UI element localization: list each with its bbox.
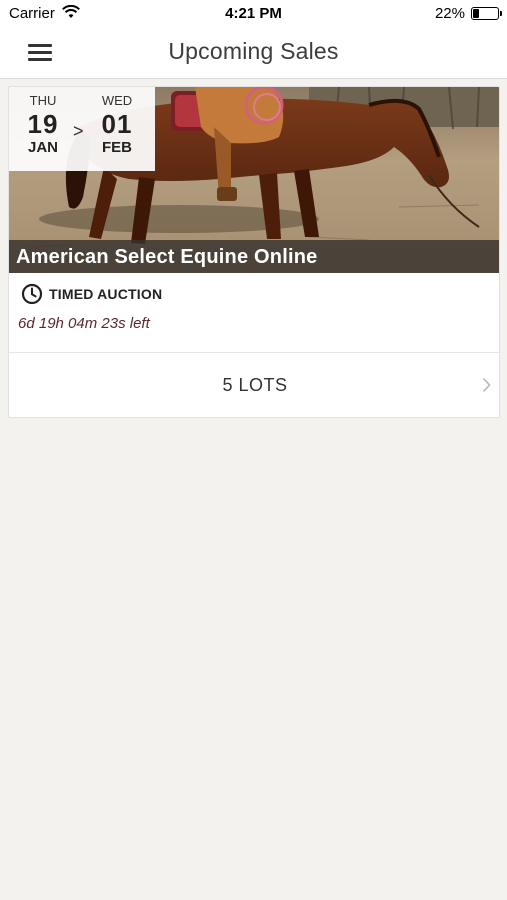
sale-image[interactable]: THU 19 JAN > WED 01 FEB American Select … bbox=[9, 87, 499, 273]
battery-percent: 22% bbox=[434, 5, 465, 22]
navigation-bar: Upcoming Sales bbox=[0, 28, 507, 79]
battery-icon bbox=[471, 7, 502, 20]
battery-level-fill bbox=[473, 9, 479, 18]
start-day: 19 bbox=[27, 109, 59, 139]
end-date: WED 01 FEB bbox=[87, 93, 147, 157]
lots-button[interactable]: 5 LOTS bbox=[9, 353, 499, 417]
page-title: Upcoming Sales bbox=[168, 38, 339, 64]
end-day-of-week: WED bbox=[101, 93, 133, 108]
sale-title-band: American Select Equine Online bbox=[9, 240, 499, 273]
start-date: THU 19 JAN bbox=[13, 93, 73, 157]
clock-time: 4:21 PM bbox=[225, 5, 282, 22]
sale-date-range: THU 19 JAN > WED 01 FEB bbox=[9, 87, 155, 171]
start-month: JAN bbox=[27, 139, 58, 156]
date-range-arrow: > bbox=[73, 121, 84, 141]
auction-type-label: TIMED AUCTION bbox=[49, 286, 163, 302]
sale-card[interactable]: THU 19 JAN > WED 01 FEB American Select … bbox=[8, 86, 500, 418]
time-remaining: 6d 19h 04m 23s left bbox=[18, 315, 150, 332]
start-day-of-week: THU bbox=[29, 93, 57, 108]
end-day: 01 bbox=[101, 109, 133, 139]
end-month: FEB bbox=[102, 139, 132, 156]
chevron-right-icon bbox=[482, 377, 491, 398]
clock-icon bbox=[21, 283, 43, 310]
status-bar: Carrier 4:21 PM 22% bbox=[0, 0, 507, 28]
lots-count-label: 5 LOTS bbox=[222, 375, 288, 395]
sale-title: American Select Equine Online bbox=[16, 246, 318, 268]
